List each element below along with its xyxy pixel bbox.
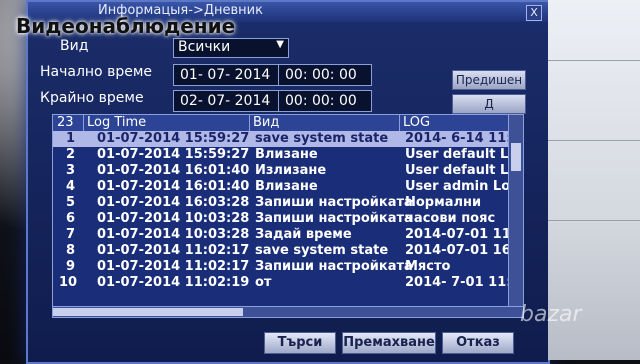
- row-time: 01-07-2014 11:02:17: [97, 243, 250, 258]
- type-label: Вид: [60, 38, 89, 54]
- row-time: 01-07-2014 11:02:17: [97, 259, 250, 274]
- table-row[interactable]: 8 01-07-2014 11:02:17 save system state …: [53, 243, 523, 259]
- type-select-value: Всички: [178, 39, 231, 55]
- row-number: 2: [65, 147, 75, 162]
- table-row[interactable]: 10 01-07-2014 11:02:19 от 2014- 7-01 11:…: [53, 275, 523, 291]
- row-type: Влизане: [255, 147, 318, 162]
- row-type: save system state: [255, 131, 389, 146]
- start-time-label: Начално време: [40, 64, 152, 80]
- row-number: 10: [59, 275, 78, 290]
- watermark-text: Видеонаблюдение: [16, 14, 236, 38]
- row-time: 01-07-2014 16:03:28: [97, 195, 250, 210]
- row-time: 01-07-2014 15:59:27: [97, 147, 250, 162]
- row-log: часови пояс: [405, 211, 496, 226]
- row-number: 7: [65, 227, 75, 242]
- column-log[interactable]: LOG: [403, 115, 430, 130]
- row-type: Излизане: [255, 163, 327, 178]
- row-count: 23: [57, 115, 74, 130]
- table-row[interactable]: 5 01-07-2014 16:03:28 Запиши настройката…: [53, 195, 509, 211]
- row-log: Място: [405, 259, 451, 274]
- column-log-time[interactable]: Log Time: [87, 115, 146, 130]
- start-date-field[interactable]: 01- 07- 2014: [173, 64, 281, 86]
- end-time-label: Крайно време: [40, 90, 144, 106]
- row-type: Запиши настройката: [255, 211, 413, 226]
- row-type: save system state: [255, 243, 389, 258]
- start-time-field[interactable]: 00: 00: 00: [278, 64, 372, 86]
- row-number: 3: [65, 163, 75, 178]
- end-time-field[interactable]: 00: 00: 00: [278, 90, 372, 112]
- site-watermark: bazar: [520, 302, 582, 327]
- row-time: 01-07-2014 15:59:27: [97, 131, 250, 146]
- row-number: 4: [65, 179, 75, 194]
- delete-button[interactable]: Премахване: [342, 332, 436, 354]
- row-type: Запиши настройката: [255, 195, 413, 210]
- end-date-field[interactable]: 02- 07- 2014: [173, 90, 281, 112]
- row-log: User admin Logi: [405, 179, 524, 194]
- chevron-down-icon: ▼: [276, 39, 284, 50]
- table-row[interactable]: 4 01-07-2014 16:01:40 Влизане User admin…: [53, 179, 523, 195]
- log-table: 23 Log Time Вид LOG 1 01-07-2014 15:59:2…: [52, 114, 524, 308]
- row-time: 01-07-2014 16:01:40: [97, 163, 250, 178]
- table-row[interactable]: 2 01-07-2014 15:59:27 Влизане User defau…: [53, 147, 523, 163]
- row-number: 6: [65, 211, 75, 226]
- row-log: 2014-07-01 11:0: [405, 227, 524, 242]
- table-rows: 1 01-07-2014 15:59:27 save system state …: [53, 131, 523, 307]
- table-header: 23 Log Time Вид LOG: [53, 115, 509, 131]
- row-time: 01-07-2014 16:01:40: [97, 179, 250, 194]
- horizontal-scrollbar[interactable]: [52, 306, 524, 318]
- log-window: Информацыя->Дневник X Вид Всички ▼ Начал…: [26, 0, 550, 364]
- row-time: 01-07-2014 10:03:28: [97, 227, 250, 242]
- row-type: от: [255, 275, 272, 290]
- row-type: Влизане: [255, 179, 318, 194]
- row-number: 1: [65, 131, 75, 146]
- row-type: Задай време: [255, 227, 352, 242]
- row-log: 2014- 6-14 11:10: [405, 131, 524, 146]
- row-log: User default Log: [405, 147, 524, 162]
- row-type: Запиши настройката: [255, 259, 413, 274]
- close-button[interactable]: X: [526, 5, 542, 21]
- row-log: User default Log: [405, 163, 524, 178]
- row-time: 01-07-2014 11:02:19: [97, 275, 250, 290]
- row-log: 2014- 7-01 11:02: [405, 275, 524, 290]
- horizontal-scroll-thumb[interactable]: [53, 308, 243, 316]
- row-number: 8: [65, 243, 75, 258]
- column-type[interactable]: Вид: [253, 115, 279, 130]
- row-log: Нормални: [405, 195, 482, 210]
- table-row[interactable]: 3 01-07-2014 16:01:40 Излизане User defa…: [53, 163, 523, 179]
- row-number: 9: [65, 259, 75, 274]
- type-select[interactable]: Всички ▼: [173, 38, 289, 58]
- table-row[interactable]: 7 01-07-2014 10:03:28 Задай време 2014-0…: [53, 227, 523, 243]
- table-row[interactable]: 1 01-07-2014 15:59:27 save system state …: [53, 131, 523, 147]
- vertical-scrollbar[interactable]: [508, 115, 523, 307]
- back-button[interactable]: Отказ: [442, 332, 514, 354]
- table-row[interactable]: 9 01-07-2014 11:02:17 Запиши настройката…: [53, 259, 509, 275]
- row-log: 2014-07-01 16:0: [405, 243, 524, 258]
- search-button[interactable]: Търси: [264, 332, 336, 354]
- vertical-scroll-thumb[interactable]: [511, 143, 521, 171]
- previous-button[interactable]: Предишен: [452, 70, 526, 90]
- table-row[interactable]: 6 01-07-2014 10:03:28 Запиши настройката…: [53, 211, 509, 227]
- row-number: 5: [65, 195, 75, 210]
- row-time: 01-07-2014 10:03:28: [97, 211, 250, 226]
- next-button[interactable]: Д: [452, 94, 526, 114]
